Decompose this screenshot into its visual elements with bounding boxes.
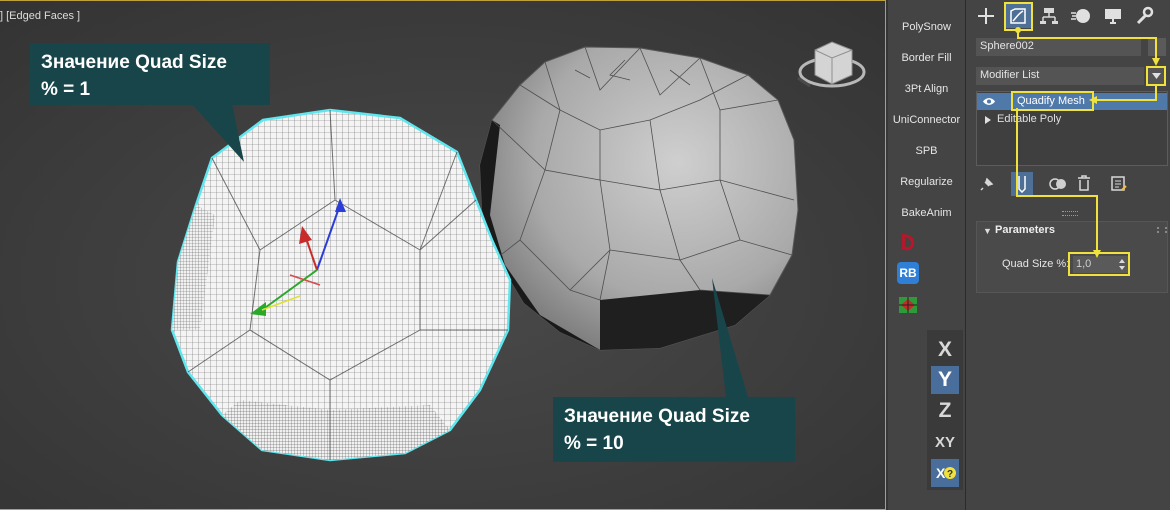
callout-quad-size-10: Значение Quad Size % = 10 (553, 397, 795, 462)
d-script-icon[interactable] (897, 231, 919, 253)
utilities-tab[interactable] (1131, 4, 1157, 28)
axis-xy-plane-button[interactable]: X ? (931, 459, 959, 487)
modifier-stack[interactable]: Quadify Mesh Editable Poly (976, 91, 1168, 166)
white-mesh-sphere-object[interactable] (170, 108, 512, 462)
create-tab[interactable] (973, 4, 999, 28)
modifier-list-dropdown[interactable]: Modifier List (976, 67, 1144, 85)
viewport-label[interactable]: ] [Edged Faces ] (0, 10, 80, 22)
callout-1-line2: % = 1 (41, 79, 91, 100)
stack-item-label: Editable Poly (997, 113, 1062, 125)
border-fill-button[interactable]: Border Fill (888, 43, 965, 73)
perspective-viewport[interactable]: ] [Edged Faces ] Значение Quad Size % = … (0, 0, 888, 510)
axis-y-button[interactable]: Y (931, 366, 959, 394)
spb-button[interactable]: SPB (888, 136, 965, 166)
quad-size-spinner[interactable]: 1,0 (1073, 256, 1128, 273)
wrench-icon (1136, 6, 1154, 25)
rollout-grip-icon[interactable] (1157, 227, 1167, 233)
plus-icon (978, 8, 994, 24)
remove-modifier-icon[interactable] (1077, 175, 1091, 192)
modify-tab[interactable] (1005, 4, 1031, 28)
parameters-rollout: ▼ Parameters Quad Size %: 1,0 (976, 221, 1168, 293)
rollout-title[interactable]: Parameters (995, 224, 1055, 236)
motion-icon (1071, 9, 1090, 23)
hierarchy-tab[interactable] (1036, 4, 1062, 28)
panel-divider (1062, 211, 1078, 216)
stack-item-quadify-mesh[interactable]: Quadify Mesh (977, 93, 1167, 110)
axis-z-button[interactable]: Z (931, 397, 959, 425)
make-unique-icon[interactable] (1049, 176, 1067, 192)
modify-icon (1010, 8, 1026, 24)
axis-xy-button[interactable]: XY (931, 428, 959, 456)
stack-item-editable-poly[interactable]: Editable Poly (977, 111, 1167, 128)
motion-tab[interactable] (1068, 4, 1094, 28)
polysnow-button[interactable]: PolySnow (888, 12, 965, 42)
uniconnector-button[interactable]: UniConnector (888, 105, 965, 135)
hierarchy-icon (1040, 8, 1058, 24)
expand-arrow-icon[interactable] (985, 116, 991, 124)
3pt-align-button[interactable]: 3Pt Align (888, 74, 965, 104)
show-end-result-button[interactable] (1011, 172, 1033, 196)
callout-1-line1: Значение Quad Size (41, 52, 227, 73)
pin-stack-icon[interactable] (979, 176, 995, 192)
rb-button[interactable]: RB (897, 262, 919, 284)
rb-icon: RB (899, 266, 917, 280)
svg-text:?: ? (947, 469, 953, 480)
callout-quad-size-1: Значение Quad Size % = 1 (30, 43, 270, 105)
object-color-swatch[interactable] (1148, 38, 1166, 56)
stack-item-label: Quadify Mesh (1017, 95, 1085, 107)
callout-2-line1: Значение Quad Size (564, 406, 750, 427)
monitor-icon (1105, 9, 1121, 24)
rollout-collapse-icon[interactable]: ▼ (983, 226, 992, 236)
grey-sphere-object[interactable] (479, 46, 799, 351)
chevron-down-icon (1152, 73, 1161, 79)
spinner-arrows-icon[interactable] (1119, 259, 1125, 270)
configure-modifier-sets-icon[interactable] (1111, 176, 1127, 192)
callout-2-line2: % = 10 (564, 433, 624, 454)
eye-icon[interactable] (982, 97, 996, 106)
bakeanim-button[interactable]: BakeAnim (888, 198, 965, 228)
object-name-field[interactable]: Sphere002 (976, 38, 1141, 56)
quad-size-value[interactable]: 1,0 (1076, 258, 1091, 270)
axis-x-button[interactable]: X (931, 336, 959, 364)
axis-xy-help-icon: X ? (936, 465, 956, 481)
grid-plugin-icon[interactable] (897, 294, 919, 316)
regularize-button[interactable]: Regularize (888, 167, 965, 197)
show-end-result-icon (1018, 176, 1026, 193)
display-tab[interactable] (1100, 4, 1126, 28)
modifier-list-arrow-button[interactable] (1148, 67, 1165, 85)
quad-size-label: Quad Size %: (1002, 258, 1070, 270)
